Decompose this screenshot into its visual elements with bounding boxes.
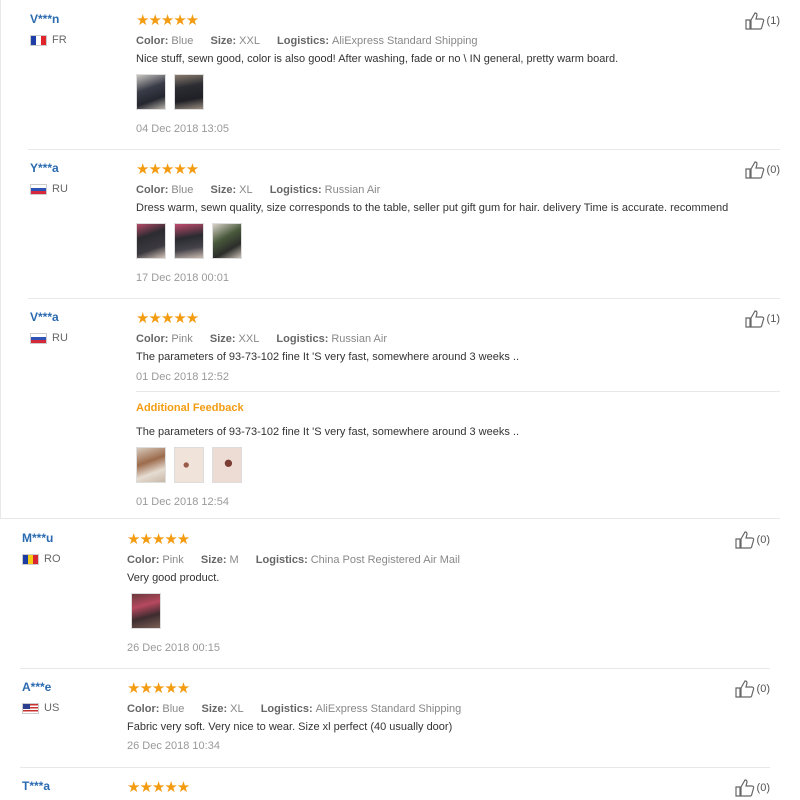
review-photos xyxy=(136,223,242,259)
review-date: 01 Dec 2018 12:52 xyxy=(136,371,229,383)
order-info: Color: Pink Size: XXL Logistics: Russian Ai… xyxy=(136,333,387,345)
review-photo[interactable] xyxy=(136,447,166,483)
thumbs-up-icon xyxy=(734,680,754,698)
additional-feedback-text: The parameters of 93-73-102 fine It 'S v… xyxy=(136,426,520,438)
country-code: RU xyxy=(52,183,68,195)
divider xyxy=(20,767,770,768)
additional-feedback-date: 01 Dec 2018 12:54 xyxy=(136,496,229,508)
country-code: US xyxy=(44,702,60,714)
review-text: Fabric very soft. Very nice to wear. Siz… xyxy=(127,721,453,733)
star-rating: ★★★★★ xyxy=(127,531,190,548)
country-code: RO xyxy=(44,553,61,565)
thumbs-up-icon xyxy=(744,161,764,179)
reviewer-country: FR xyxy=(30,34,67,46)
review-photo[interactable] xyxy=(136,223,166,259)
review-photos xyxy=(136,74,204,110)
review-date: 26 Dec 2018 00:15 xyxy=(127,642,220,654)
country-code: RU xyxy=(52,332,68,344)
review-photo[interactable] xyxy=(131,593,161,629)
flag-ru-icon xyxy=(30,183,47,195)
reviewer-name[interactable]: Y***a xyxy=(30,161,59,175)
reviewer-country: RU xyxy=(30,183,68,195)
reviewer-name[interactable]: V***n xyxy=(30,12,59,26)
logistics-value: Russian Air xyxy=(331,333,387,345)
flag-fr-icon xyxy=(30,34,47,46)
size-value: M xyxy=(229,554,239,566)
review-photo[interactable] xyxy=(136,74,166,110)
helpful-button[interactable]: (1) xyxy=(744,12,780,30)
helpful-button[interactable]: (0) xyxy=(734,680,770,698)
reviewer-name[interactable]: A***e xyxy=(22,680,51,694)
reviewer-name[interactable]: M***u xyxy=(22,531,53,545)
helpful-button[interactable]: (1) xyxy=(744,310,780,328)
size-value: XL xyxy=(230,703,244,715)
additional-feedback-heading: Additional Feedback xyxy=(136,402,244,414)
review-text: Very good product. xyxy=(127,572,220,584)
divider xyxy=(28,298,780,299)
star-rating: ★★★★★ xyxy=(127,680,190,697)
star-rating: ★★★★★ xyxy=(127,779,190,796)
star-rating: ★★★★★ xyxy=(136,12,199,29)
color-value: Pink xyxy=(171,333,193,345)
divider xyxy=(0,518,780,519)
size-value: XL xyxy=(239,184,253,196)
thumbs-up-icon xyxy=(744,310,764,328)
review-photo[interactable] xyxy=(174,447,204,483)
helpful-count: (0) xyxy=(756,534,770,546)
review-photo[interactable] xyxy=(174,74,204,110)
review-text: Nice stuff, sewn good, color is also goo… xyxy=(136,53,619,65)
thumbs-up-icon xyxy=(734,531,754,549)
country-code: FR xyxy=(52,34,67,46)
helpful-button[interactable]: (0) xyxy=(734,779,770,797)
helpful-count: (1) xyxy=(766,313,780,325)
review-photos xyxy=(131,593,161,629)
helpful-count: (0) xyxy=(766,164,780,176)
helpful-button[interactable]: (0) xyxy=(744,161,780,179)
divider xyxy=(28,149,780,150)
order-info: Color: Blue Size: XL Logistics: Russian Air xyxy=(136,184,381,196)
color-value: Blue xyxy=(171,184,194,196)
logistics-value: China Post Registered Air Mail xyxy=(310,554,460,566)
reviewer-name[interactable]: T***a xyxy=(22,779,50,793)
size-value: XXL xyxy=(239,35,260,47)
logistics-value: AliExpress Standard Shipping xyxy=(315,703,462,715)
star-rating: ★★★★★ xyxy=(136,310,199,327)
helpful-count: (0) xyxy=(756,782,770,794)
reviewer-name[interactable]: V***a xyxy=(30,310,59,324)
review-date: 26 Dec 2018 10:34 xyxy=(127,740,220,752)
divider xyxy=(136,391,780,392)
reviewer-country: RU xyxy=(30,332,68,344)
flag-us-icon xyxy=(22,702,39,714)
review-date: 17 Dec 2018 00:01 xyxy=(136,272,229,284)
helpful-button[interactable]: (0) xyxy=(734,531,770,549)
reviewer-country: US xyxy=(22,702,59,714)
size-value: XXL xyxy=(238,333,260,345)
review-photo[interactable] xyxy=(212,447,242,483)
review-text: Dress warm, sewn quality, size correspon… xyxy=(136,202,729,214)
divider xyxy=(20,668,770,669)
order-info: Color: Pink Size: M Logistics: China Post R… xyxy=(127,554,460,566)
star-rating: ★★★★★ xyxy=(136,161,199,178)
reviewer-country: RO xyxy=(22,553,61,565)
helpful-count: (0) xyxy=(756,683,770,695)
flag-ru-icon xyxy=(30,332,47,344)
order-info: Color: Blue Size: XL Logistics: AliExpress … xyxy=(127,703,462,715)
flag-ro-icon xyxy=(22,553,39,565)
logistics-value: Russian Air xyxy=(324,184,381,196)
order-info: Color: Blue Size: XXL Logistics: AliExpress… xyxy=(136,35,478,47)
thumbs-up-icon xyxy=(744,12,764,30)
review-photo[interactable] xyxy=(174,223,204,259)
review-photos xyxy=(136,447,242,483)
color-value: Blue xyxy=(162,703,185,715)
color-value: Blue xyxy=(171,35,194,47)
color-value: Pink xyxy=(162,554,184,566)
review-date: 04 Dec 2018 13:05 xyxy=(136,123,229,135)
helpful-count: (1) xyxy=(766,15,780,27)
review-photo[interactable] xyxy=(212,223,242,259)
review-text: The parameters of 93-73-102 fine It 'S v… xyxy=(136,351,520,363)
thumbs-up-icon xyxy=(734,779,754,797)
left-border xyxy=(0,0,1,518)
logistics-value: AliExpress Standard Shipping xyxy=(331,35,478,47)
